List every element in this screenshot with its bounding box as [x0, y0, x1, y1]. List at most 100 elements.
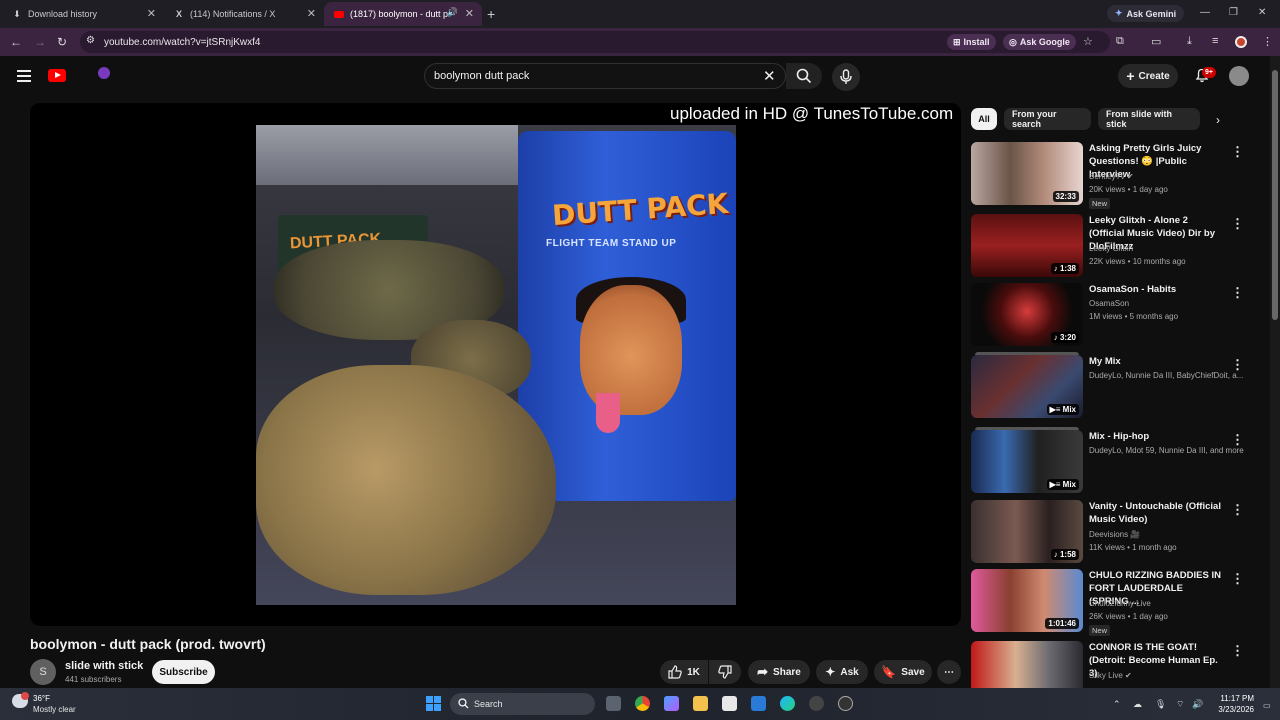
recommended-video[interactable]: ♪ 3:20 OsamaSon - Habits OsamaSon 1M vie… [971, 283, 1266, 347]
search-button[interactable] [786, 63, 822, 89]
more-options-icon[interactable]: ⋮ [1231, 285, 1244, 301]
video-thumbnail[interactable]: ♪ 1:38 [971, 214, 1083, 277]
recommended-mix[interactable]: ▶≡ Mix Mix - Hip-hop DudeyLo, Mdot 59, N… [971, 427, 1266, 494]
weather-condition[interactable]: Mostly clear [33, 705, 76, 714]
side-panel-icon[interactable]: ▭ [1151, 35, 1161, 48]
volume-icon[interactable]: 🔊 [1192, 699, 1203, 710]
recommended-channel[interactable]: Chulo2funny Live [1089, 599, 1151, 608]
scrollbar-thumb[interactable] [1272, 70, 1278, 320]
recommended-channel[interactable]: BentleyTv ✔ [1089, 172, 1134, 181]
file-explorer-icon[interactable] [693, 696, 708, 711]
subscribe-button[interactable]: Subscribe [152, 660, 215, 684]
clear-search-icon[interactable]: ✕ [763, 67, 776, 85]
more-options-icon[interactable]: ⋮ [1231, 571, 1244, 587]
hamburger-menu-icon[interactable] [17, 70, 31, 82]
ask-google-button[interactable]: ◎ Ask Google [1003, 34, 1076, 50]
app-icon[interactable] [809, 696, 824, 711]
recommended-mix[interactable]: ▶≡ Mix My Mix DudeyLo, Nunnie Da III, Ba… [971, 352, 1266, 419]
chip-all[interactable]: All [971, 108, 997, 130]
recommended-title[interactable]: My Mix [1089, 355, 1224, 368]
youtube-logo[interactable] [48, 69, 66, 82]
channel-avatar[interactable]: S [30, 659, 56, 685]
recommended-title[interactable]: OsamaSon - Habits [1089, 283, 1224, 296]
recommended-channel[interactable]: DudeyLo, Nunnie Da III, BabyChiefDoit, a… [1089, 371, 1243, 380]
close-tab-icon[interactable]: ✕ [307, 7, 316, 20]
site-info-icon[interactable]: ⚙ [86, 35, 95, 46]
minimize-icon[interactable]: — [1200, 7, 1210, 18]
reading-list-icon[interactable]: ≡ [1212, 35, 1218, 47]
url-text[interactable]: youtube.com/watch?v=jtSRnjKwxf4 [104, 37, 260, 48]
extensions-icon[interactable]: ⧉ [1116, 35, 1124, 48]
recommended-video[interactable]: 32:33 Asking Pretty Girls Juicy Question… [971, 142, 1266, 209]
taskbar-date[interactable]: 3/23/2026 [1210, 705, 1254, 714]
video-thumbnail[interactable]: ▶≡ Mix [971, 430, 1083, 493]
maximize-icon[interactable]: ❐ [1229, 7, 1238, 18]
recommended-channel[interactable]: OsamaSon [1089, 299, 1129, 308]
close-tab-icon[interactable]: ✕ [465, 7, 474, 20]
browser-menu-icon[interactable]: ⋮ [1262, 35, 1273, 48]
save-button[interactable]: 🔖 Save [874, 660, 932, 684]
video-thumbnail[interactable]: ♪ 3:20 [971, 283, 1083, 346]
tab-youtube-active[interactable]: (1817) boolymon - dutt pac 🔊 ✕ [324, 2, 482, 26]
recommended-title[interactable]: Vanity - Untouchable (Official Music Vid… [1089, 500, 1224, 526]
share-button[interactable]: ➦ Share [748, 660, 810, 684]
search-query[interactable]: boolymon dutt pack [434, 70, 529, 82]
more-options-icon[interactable]: ⋮ [1231, 643, 1244, 659]
microphone-tray-icon[interactable]: 🎙 [1155, 699, 1166, 710]
copilot-icon[interactable] [664, 696, 679, 711]
more-options-icon[interactable]: ⋮ [1231, 432, 1244, 448]
close-window-icon[interactable]: ✕ [1258, 7, 1266, 18]
wifi-icon[interactable]: ⌔ [1176, 699, 1184, 710]
windows-start-icon[interactable] [426, 696, 441, 711]
more-options-icon[interactable]: ⋮ [1231, 144, 1244, 160]
recommended-channel[interactable]: Silky Live ✔ [1089, 671, 1132, 680]
chip-from-your-search[interactable]: From your search [1004, 108, 1091, 130]
like-button[interactable]: 1K [660, 660, 708, 684]
dislike-button[interactable] [709, 660, 741, 684]
bookmark-star-icon[interactable]: ☆ [1083, 35, 1093, 48]
more-options-icon[interactable]: ⋮ [1231, 216, 1244, 232]
recommended-video[interactable]: ♪ 1:38 Leeky Glitxh - Alone 2 (Official … [971, 214, 1266, 278]
recommended-channel[interactable]: Deevisions 🎥 [1089, 530, 1140, 539]
taskbar-clock[interactable]: 11:17 PM [1214, 694, 1254, 703]
chrome-icon[interactable] [635, 696, 650, 711]
close-tab-icon[interactable]: ✕ [147, 7, 156, 20]
account-avatar[interactable] [1229, 66, 1249, 86]
more-options-icon[interactable]: ⋮ [1231, 502, 1244, 518]
forward-icon[interactable]: → [34, 35, 46, 49]
video-thumbnail[interactable]: ♪ 1:58 [971, 500, 1083, 563]
chip-from-channel[interactable]: From slide with stick [1098, 108, 1200, 130]
ask-gemini-button[interactable]: ✦ Ask Gemini [1107, 5, 1185, 22]
mail-icon[interactable] [751, 696, 766, 711]
video-thumbnail[interactable] [971, 641, 1083, 688]
video-thumbnail[interactable]: 1:01:46 [971, 569, 1083, 632]
taskbar-search-box[interactable] [450, 693, 595, 715]
tab-download-history[interactable]: ⬇ Download history ✕ [2, 2, 164, 26]
voice-search-button[interactable] [832, 63, 860, 91]
back-icon[interactable]: ← [10, 35, 22, 49]
downloads-icon[interactable]: ⤓ [1187, 35, 1192, 48]
ask-button[interactable]: ✦ Ask [816, 660, 868, 684]
notifications-center-icon[interactable]: ▭ [1263, 701, 1271, 710]
recommended-channel[interactable]: Leeky Glitxh [1089, 244, 1133, 253]
profile-icon[interactable] [1235, 36, 1247, 48]
speaker-icon[interactable]: 🔊 [447, 7, 458, 18]
recommended-video[interactable]: ♪ 1:58 Vanity - Untouchable (Official Mu… [971, 500, 1266, 564]
recommended-video[interactable]: 1:01:46 CHULO RIZZING BADDIES IN FORT LA… [971, 569, 1266, 636]
chevron-right-icon[interactable]: › [1216, 113, 1220, 127]
video-thumbnail[interactable]: ▶≡ Mix [971, 355, 1083, 418]
create-button[interactable]: + Create [1118, 64, 1178, 88]
recommended-video[interactable]: CONNOR IS THE GOAT! (Detroit: Become Hum… [971, 641, 1266, 688]
recommended-channel[interactable]: DudeyLo, Mdot 59, Nunnie Da III, and mor… [1089, 446, 1244, 455]
install-button[interactable]: ⊞ Install [947, 34, 996, 50]
onedrive-icon[interactable]: ☁ [1133, 699, 1142, 710]
taskbar-search-label[interactable]: Search [474, 699, 503, 709]
more-actions-button[interactable]: ⋯ [937, 660, 961, 684]
more-options-icon[interactable]: ⋮ [1231, 357, 1244, 373]
recommended-title[interactable]: Mix - Hip-hop [1089, 430, 1224, 443]
task-view-icon[interactable] [606, 696, 621, 711]
video-thumbnail[interactable]: 32:33 [971, 142, 1083, 205]
new-tab-button[interactable]: + [487, 6, 495, 22]
tab-notifications-x[interactable]: X (114) Notifications / X ✕ [164, 2, 324, 26]
channel-name[interactable]: slide with stick [65, 660, 143, 672]
